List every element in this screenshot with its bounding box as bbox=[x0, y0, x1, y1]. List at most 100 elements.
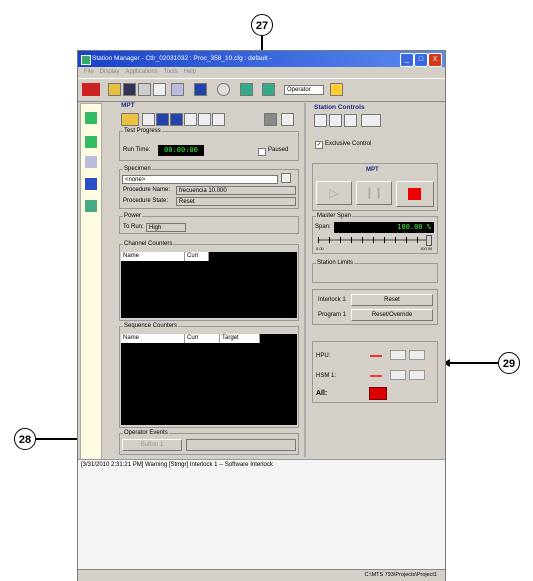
sequence-col-curr[interactable]: Curr bbox=[185, 334, 220, 343]
maximize-button[interactable]: □ bbox=[414, 53, 428, 67]
hsm-high-button[interactable] bbox=[409, 370, 425, 380]
close-button[interactable]: X bbox=[428, 53, 442, 67]
paused-checkbox[interactable] bbox=[258, 148, 266, 156]
program-label: Program 1 bbox=[318, 312, 347, 318]
role-select[interactable]: Operator bbox=[284, 85, 324, 95]
menu-file[interactable]: File bbox=[84, 69, 94, 75]
hpu-high-button[interactable] bbox=[409, 350, 425, 360]
scope-icon[interactable] bbox=[85, 156, 97, 168]
hsm-label: HSM 1: bbox=[316, 373, 337, 379]
callout-29-arrow-line bbox=[450, 362, 498, 364]
meters-icon[interactable] bbox=[85, 178, 97, 190]
close-panel-icon[interactable] bbox=[281, 113, 294, 126]
to-run-value: High bbox=[146, 223, 186, 232]
grid-icon[interactable] bbox=[184, 113, 197, 126]
channel-col-curr[interactable]: Curr bbox=[185, 252, 209, 261]
interlock-label: Interlock 1 bbox=[318, 297, 346, 303]
clock-icon[interactable] bbox=[217, 83, 230, 96]
all-label: All: bbox=[316, 390, 328, 397]
exclusive-control-label: Exclusive Control bbox=[325, 141, 372, 147]
chevron-down-icon[interactable] bbox=[275, 83, 281, 96]
open-procedure-icon[interactable] bbox=[121, 113, 139, 126]
log-message: [3/31/2010 2:31:21 PM] Warning [Stmgr] I… bbox=[81, 462, 273, 468]
span-slider-thumb[interactable] bbox=[426, 235, 432, 246]
span-unit: % bbox=[426, 223, 431, 231]
window-title: Station Manager - Ctlr_02031032 : Proc_3… bbox=[92, 55, 272, 62]
checkbox-tool-icon[interactable] bbox=[262, 83, 275, 96]
specimen-label: Specimen bbox=[123, 166, 152, 172]
sequence-col-name[interactable]: Name bbox=[121, 334, 185, 343]
station-tool-4-icon[interactable] bbox=[361, 114, 381, 127]
print-preview-icon[interactable] bbox=[153, 83, 166, 96]
key-icon[interactable] bbox=[330, 83, 343, 96]
chevron-down-icon[interactable] bbox=[184, 83, 190, 96]
chevron-down-icon[interactable] bbox=[207, 83, 213, 96]
callout-29: 29 bbox=[498, 352, 520, 374]
procedure-editor-icon[interactable] bbox=[156, 113, 169, 126]
title-bar[interactable]: Station Manager - Ctlr_02031032 : Proc_3… bbox=[78, 51, 445, 67]
specimen-select[interactable]: <none> bbox=[122, 175, 278, 184]
message-log-icon[interactable] bbox=[85, 200, 97, 212]
chart-icon[interactable] bbox=[198, 113, 211, 126]
menu-tools[interactable]: Tools bbox=[164, 69, 178, 75]
save-procedure-icon[interactable] bbox=[264, 113, 277, 126]
hsm-low-button[interactable] bbox=[390, 370, 406, 380]
station-icon[interactable] bbox=[240, 83, 253, 96]
sequence-col-target[interactable]: Target bbox=[220, 334, 260, 343]
chevron-down-icon[interactable] bbox=[230, 83, 236, 96]
specimen-browse-icon[interactable] bbox=[281, 173, 291, 183]
station-manager-icon[interactable] bbox=[85, 136, 97, 148]
operator-events-label: Operator Events bbox=[123, 430, 169, 436]
run-time-label: Run Time: bbox=[123, 147, 151, 153]
reset-icon[interactable] bbox=[212, 113, 225, 126]
menu-applications[interactable]: Applications bbox=[125, 69, 157, 75]
run-time-display: 00:00:00 bbox=[158, 145, 204, 156]
reset-override-button[interactable]: Reset/Override bbox=[351, 309, 433, 321]
test-progress-group bbox=[119, 131, 299, 161]
all-off-button[interactable] bbox=[369, 387, 387, 400]
save-icon[interactable] bbox=[123, 83, 136, 96]
station-tool-3-icon[interactable] bbox=[344, 114, 357, 127]
power-label: Power bbox=[123, 213, 143, 219]
station-tool-2-icon[interactable] bbox=[329, 114, 342, 127]
status-bar: C:\MTS 793\Projects\Project1 bbox=[78, 569, 445, 581]
interlock-reset-button[interactable]: Reset bbox=[351, 294, 433, 306]
message-log[interactable]: [3/31/2010 2:31:21 PM] Warning [Stmgr] I… bbox=[78, 459, 445, 570]
channel-col-name[interactable]: Name bbox=[121, 252, 185, 261]
app-icon bbox=[81, 55, 91, 65]
test-progress-label: Test Progress bbox=[123, 128, 162, 134]
hpu-low-button[interactable] bbox=[390, 350, 406, 360]
sequence-counters-table[interactable] bbox=[121, 334, 297, 425]
minimize-button[interactable]: _ bbox=[400, 53, 414, 67]
menu-help[interactable]: Help bbox=[184, 69, 196, 75]
menu-display[interactable]: Display bbox=[100, 69, 120, 75]
main-toolbar: Operator bbox=[78, 78, 445, 102]
station-limits-label: Station Limits bbox=[316, 260, 355, 266]
station-tool-1-icon[interactable] bbox=[314, 114, 327, 127]
edit-procedure-icon[interactable] bbox=[142, 113, 155, 126]
monitor-icon[interactable] bbox=[194, 83, 207, 96]
channel-counters-table[interactable] bbox=[121, 252, 297, 318]
pause-button[interactable]: ❙❙ bbox=[356, 181, 392, 205]
record-icon[interactable] bbox=[170, 113, 183, 126]
hpu-off-indicator[interactable] bbox=[370, 355, 382, 357]
exclusive-control-checkbox[interactable]: ✓ bbox=[315, 141, 323, 149]
open-folder-icon[interactable] bbox=[108, 83, 121, 96]
run-button[interactable]: ▷ bbox=[316, 181, 352, 205]
operator-event-field bbox=[186, 439, 296, 451]
paused-label: Paused bbox=[268, 147, 289, 153]
master-span-label: Master Span bbox=[316, 213, 353, 219]
hsm-off-indicator[interactable] bbox=[370, 375, 382, 377]
station-setup-icon[interactable] bbox=[85, 112, 97, 124]
stop-icon bbox=[408, 188, 421, 200]
mpt-panel-title: MPT bbox=[121, 102, 135, 109]
stop-button[interactable] bbox=[396, 181, 434, 207]
station-limits-group bbox=[312, 263, 438, 283]
operator-event-button-1[interactable]: Button 1 bbox=[122, 439, 182, 451]
sequence-counters-label: Sequence Counters bbox=[123, 323, 179, 329]
span-slider-min: 0.00 bbox=[316, 246, 324, 251]
station-manager-window: Station Manager - Ctlr_02031032 : Proc_3… bbox=[77, 50, 446, 581]
settings-icon[interactable] bbox=[171, 83, 184, 96]
mts-logo-icon[interactable] bbox=[82, 83, 100, 96]
print-icon[interactable] bbox=[138, 83, 151, 96]
